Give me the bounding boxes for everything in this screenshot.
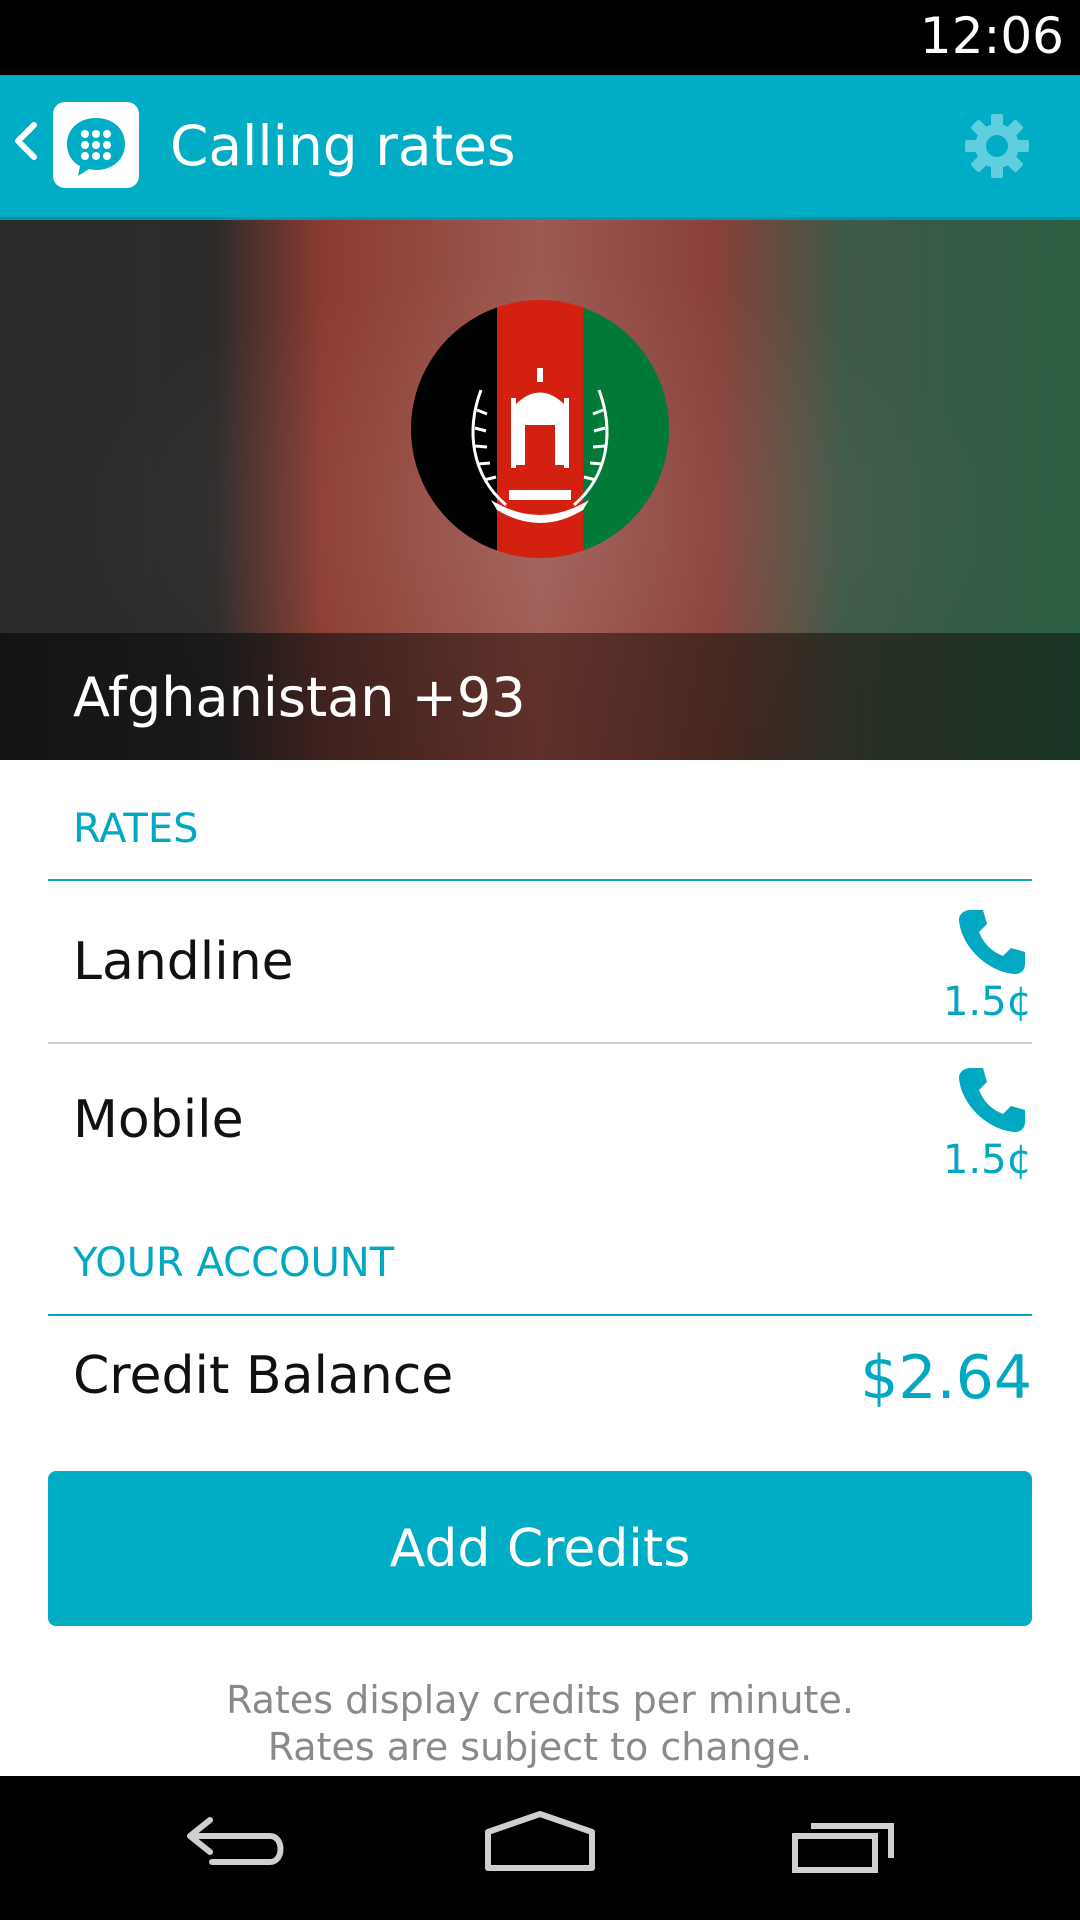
gear-icon (965, 114, 1029, 178)
landline-call-button[interactable]: 1.5¢ (912, 906, 1032, 1026)
rates-header: RATES (73, 806, 199, 852)
nav-recents-icon (792, 1823, 894, 1873)
settings-button[interactable] (962, 111, 1032, 181)
nav-back-icon (187, 1817, 284, 1865)
navigation-bar (0, 1776, 1080, 1920)
status-bar: 12:06 (0, 0, 1080, 75)
footnote-line-1: Rates display credits per minute. (226, 1678, 854, 1722)
footnote-line-2: Rates are subject to change. (267, 1725, 813, 1769)
landline-label: Landline (73, 932, 294, 992)
row-divider (48, 1042, 1032, 1044)
add-credits-button[interactable]: Add Credits (48, 1471, 1032, 1626)
phone-icon (959, 1068, 1025, 1132)
mobile-label: Mobile (73, 1090, 244, 1150)
landline-rate: 1.5¢ (942, 979, 1032, 1025)
credit-balance-label: Credit Balance (73, 1346, 454, 1406)
account-divider (48, 1314, 1032, 1316)
page-title: Calling rates (170, 114, 516, 178)
country-strip: Afghanistan +93 (0, 633, 1080, 760)
country-name: Afghanistan +93 (73, 666, 526, 729)
phone-icon (959, 910, 1025, 974)
app-logo[interactable] (53, 102, 139, 188)
account-header: YOUR ACCOUNT (73, 1240, 395, 1286)
afghanistan-flag-icon (411, 300, 669, 558)
action-bar: Calling rates (0, 75, 1080, 220)
dialpad-bubble-icon (67, 118, 125, 176)
nav-home-button[interactable] (480, 1806, 600, 1886)
credit-balance-value: $2.64 (860, 1343, 1032, 1413)
chevron-left-icon[interactable] (10, 111, 40, 171)
mobile-call-button[interactable]: 1.5¢ (912, 1064, 1032, 1184)
nav-back-button[interactable] (180, 1806, 300, 1886)
nav-recents-button[interactable] (785, 1806, 905, 1886)
nav-home-icon (485, 1811, 595, 1871)
country-hero: Afghanistan +93 (0, 220, 1080, 760)
rates-divider (48, 879, 1032, 881)
status-time: 12:06 (919, 7, 1064, 65)
mobile-rate: 1.5¢ (942, 1137, 1032, 1183)
